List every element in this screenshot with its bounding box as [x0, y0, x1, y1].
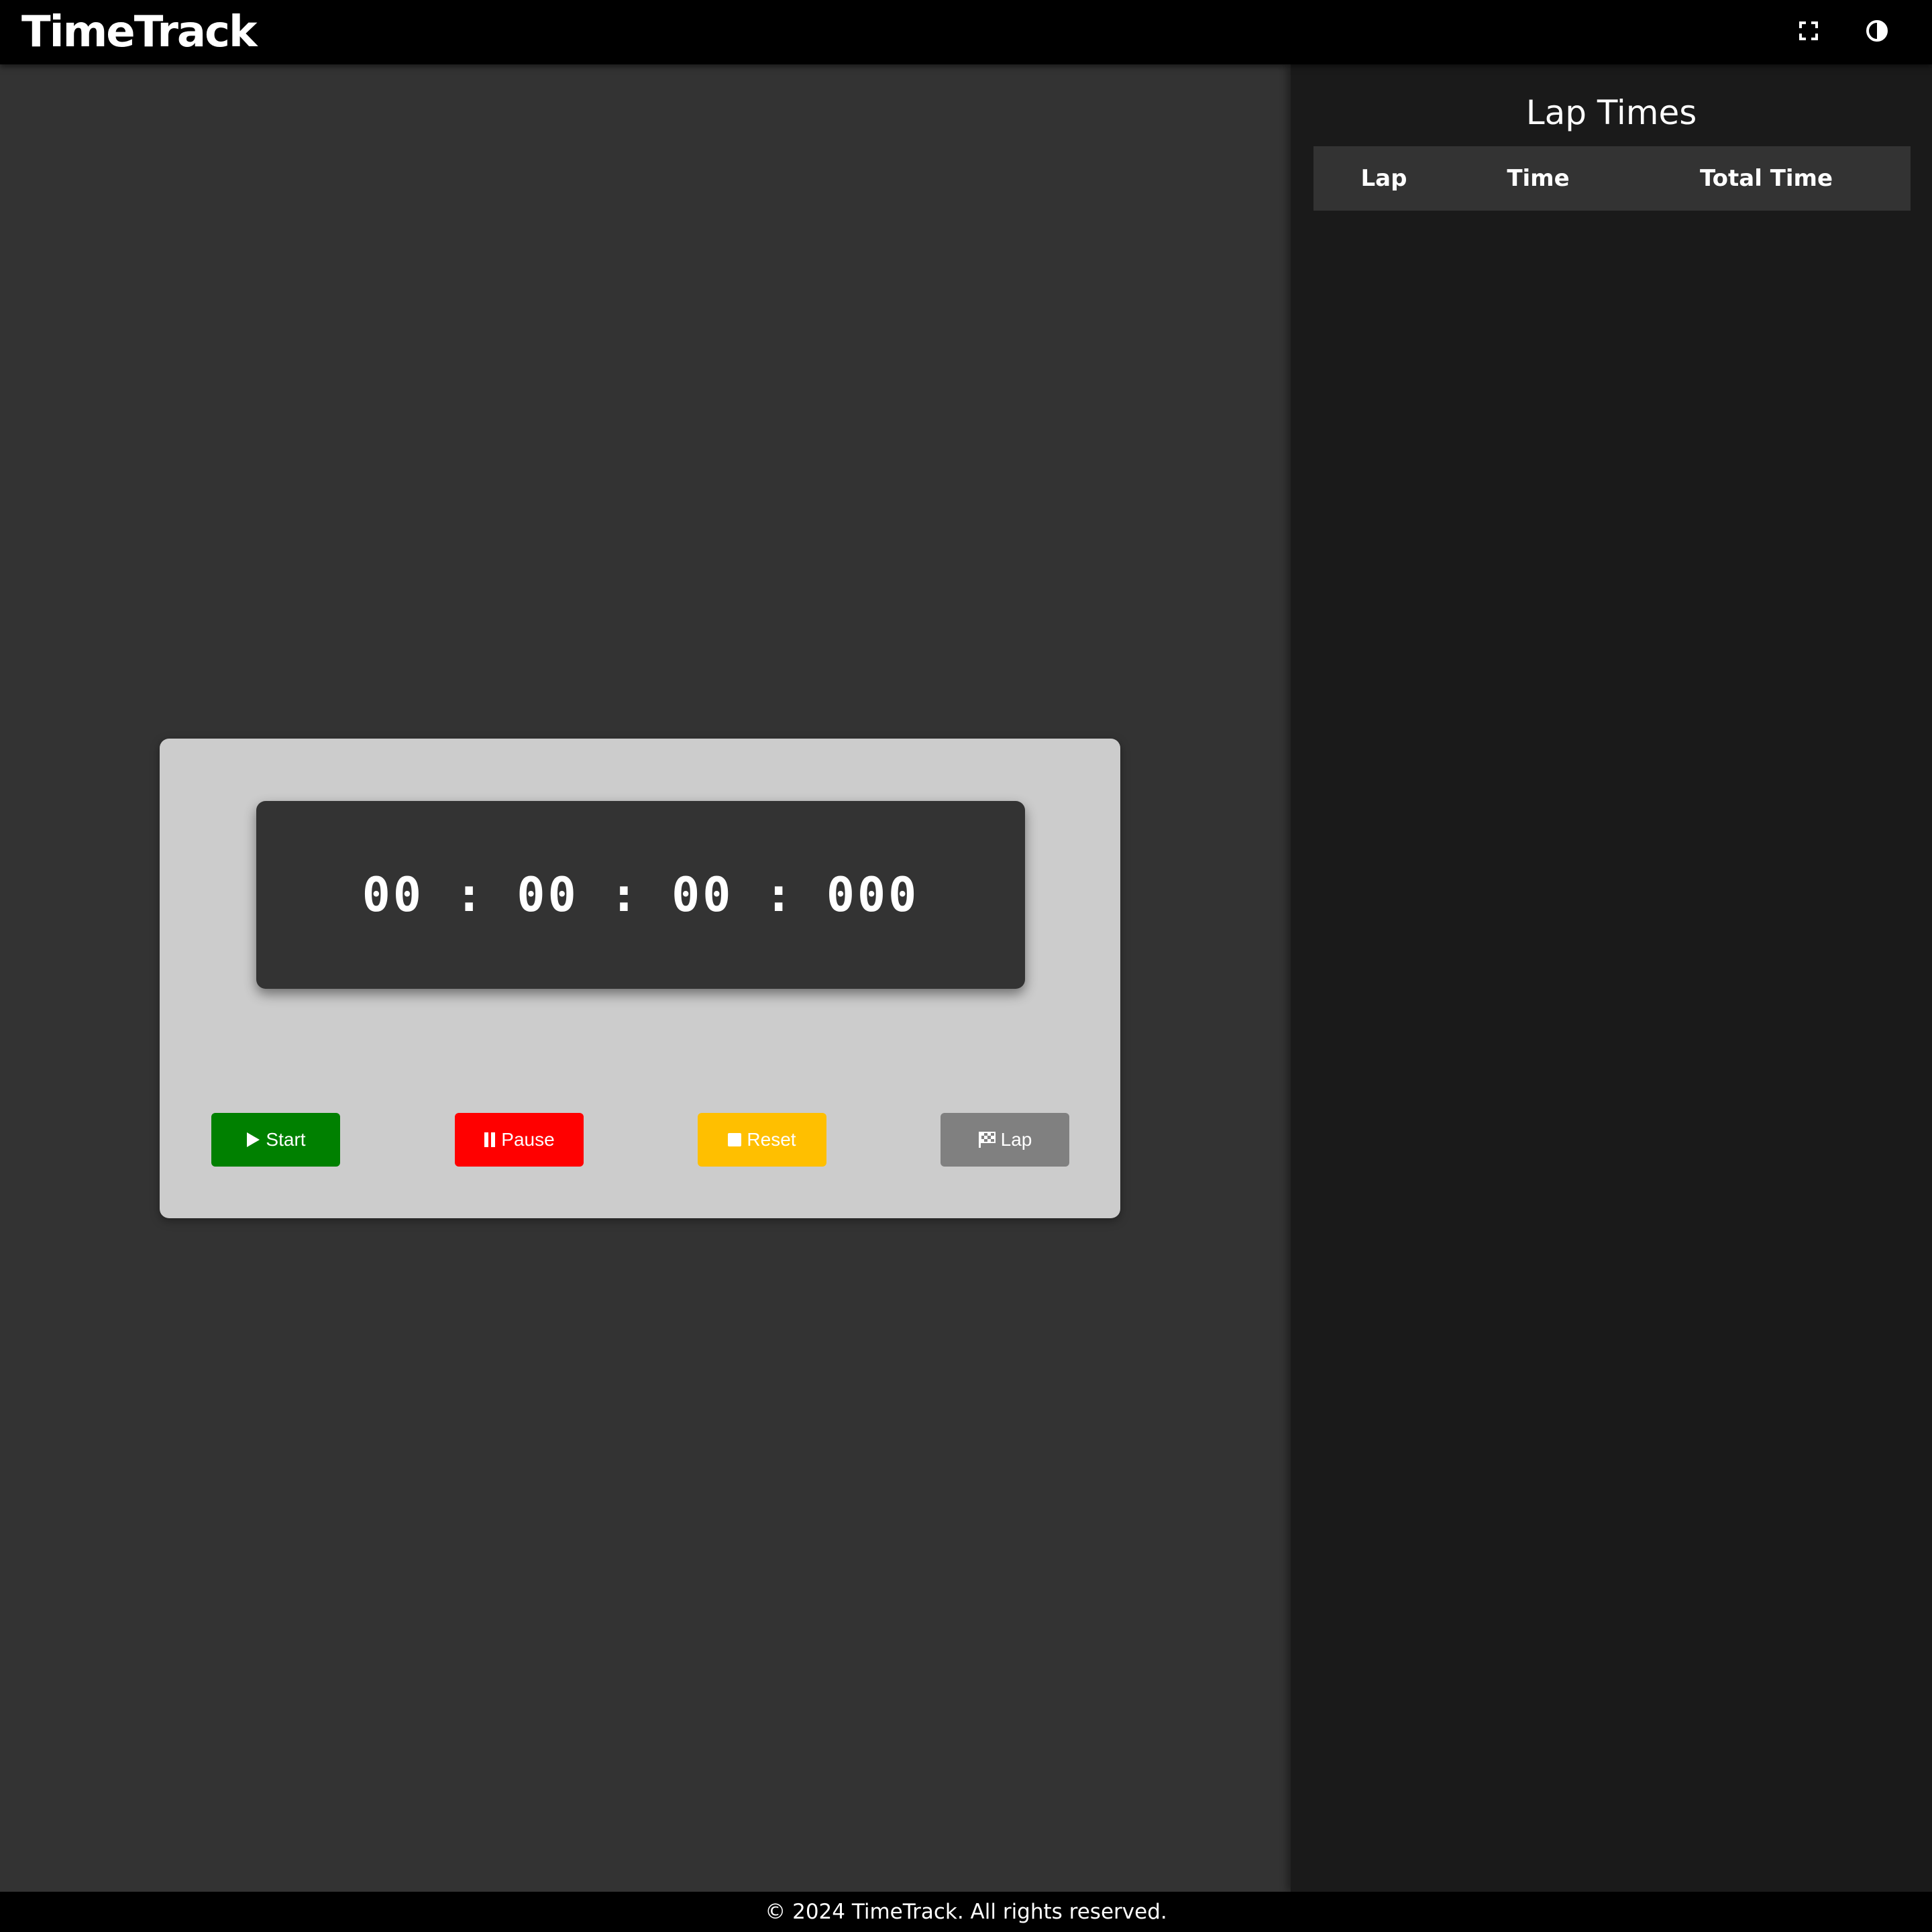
lap-times-title: Lap Times [1525, 93, 1697, 132]
column-header-time: Time [1507, 165, 1570, 192]
start-label: Start [266, 1129, 306, 1150]
play-icon [246, 1132, 260, 1148]
column-header-total-time: Total Time [1699, 165, 1833, 192]
lap-label: Lap [1000, 1129, 1032, 1150]
app-brand[interactable]: TimeTrack [21, 4, 258, 60]
pause-button[interactable]: Pause [455, 1113, 584, 1167]
start-button[interactable]: Start [211, 1113, 340, 1167]
reset-label: Reset [747, 1129, 796, 1150]
pause-label: Pause [501, 1129, 555, 1150]
lap-button[interactable]: Lap [941, 1113, 1069, 1167]
time-display: 00 : 00 : 00 : 000 [256, 801, 1025, 989]
flag-checkered-icon [978, 1131, 996, 1148]
top-bar: TimeTrack [0, 0, 1932, 64]
column-header-lap: Lap [1360, 165, 1407, 192]
theme-toggle-button[interactable] [1857, 12, 1897, 52]
reset-button[interactable]: Reset [698, 1113, 826, 1167]
fullscreen-icon [1799, 21, 1819, 44]
lap-times-table: Lap Time Total Time [1313, 146, 1911, 211]
contrast-icon [1866, 19, 1888, 45]
time-readout: 00 : 00 : 00 : 000 [362, 867, 920, 922]
stopwatch-card: 00 : 00 : 00 : 000 Start Pause Reset Lap [160, 739, 1120, 1218]
copyright-text: © 2024 TimeTrack. All rights reserved. [765, 1900, 1167, 1924]
fullscreen-button[interactable] [1788, 12, 1829, 52]
footer: © 2024 TimeTrack. All rights reserved. [0, 1892, 1932, 1932]
lap-times-panel: Lap Times Lap Time Total Time [1291, 64, 1932, 1892]
pause-icon [484, 1132, 496, 1147]
stop-icon [728, 1133, 742, 1146]
